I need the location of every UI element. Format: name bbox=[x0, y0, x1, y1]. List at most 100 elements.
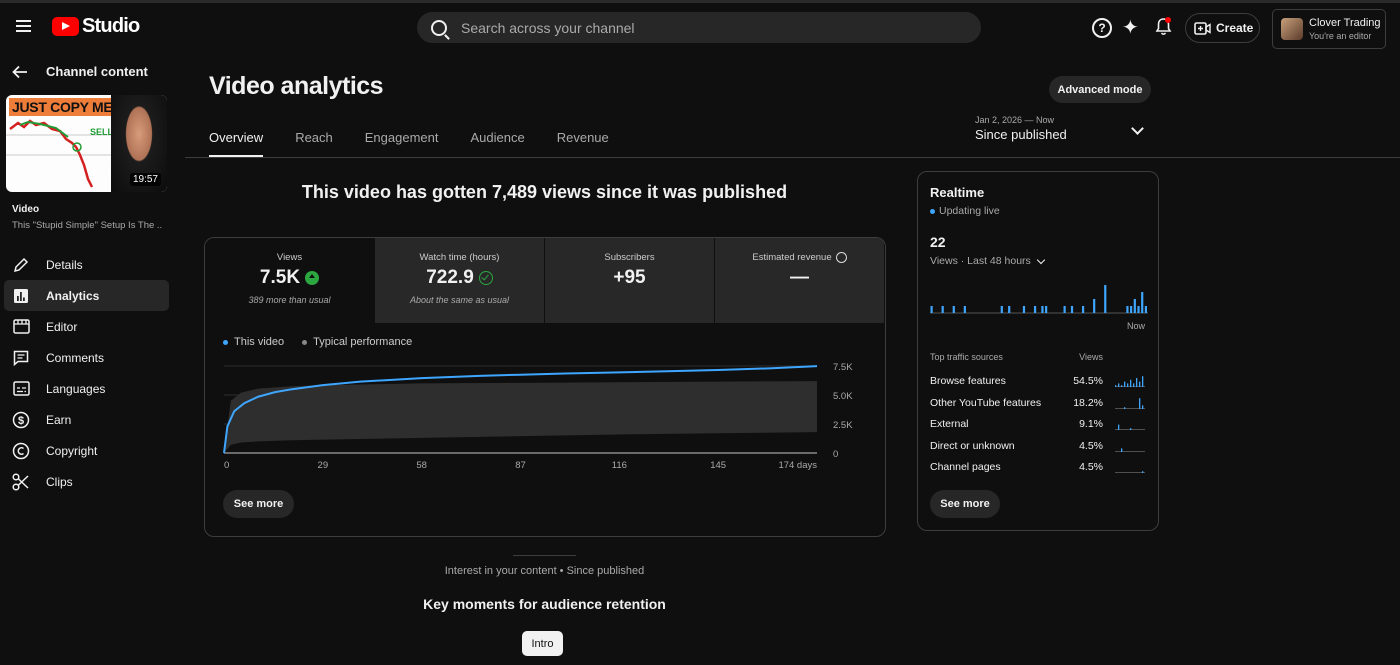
avatar bbox=[1281, 18, 1303, 40]
pencil-icon bbox=[12, 256, 30, 274]
realtime-bar bbox=[1144, 306, 1148, 313]
metric-estimated-revenue[interactable]: Estimated revenue — bbox=[715, 238, 885, 323]
intro-chip[interactable]: Intro bbox=[522, 631, 563, 656]
x-tick-label: 87 bbox=[515, 460, 526, 471]
sparkline-bar bbox=[1133, 383, 1135, 387]
traffic-source-name: Browse features bbox=[930, 375, 1006, 387]
sidebar-item-languages[interactable]: Languages bbox=[4, 373, 169, 404]
back-label: Channel content bbox=[46, 64, 148, 79]
metric-value: — bbox=[790, 267, 809, 289]
account-switcher[interactable]: Clover Trading You're an editor bbox=[1272, 9, 1386, 49]
realtime-bar bbox=[1081, 306, 1085, 313]
logo-text: Studio bbox=[82, 15, 140, 37]
sidebar-item-comments[interactable]: Comments bbox=[4, 342, 169, 373]
tab-audience[interactable]: Audience bbox=[471, 130, 525, 157]
search-icon bbox=[431, 19, 447, 36]
languages-icon bbox=[12, 380, 30, 398]
traffic-sparkline bbox=[1115, 447, 1145, 452]
realtime-card: Realtime Updating live 22 Views · Last 4… bbox=[917, 171, 1159, 531]
metric-label: Subscribers bbox=[604, 252, 655, 263]
views-header-label: Views bbox=[1079, 352, 1103, 362]
traffic-sparkline bbox=[1115, 376, 1145, 387]
sparkline-bar bbox=[1136, 378, 1138, 387]
advanced-mode-button[interactable]: Advanced mode bbox=[1049, 76, 1151, 103]
sidebar-item-label: Earn bbox=[46, 412, 72, 427]
realtime-bar bbox=[952, 306, 955, 313]
sparkline-bar bbox=[1142, 376, 1144, 387]
realtime-see-more-button[interactable]: See more bbox=[930, 490, 1000, 518]
metric-subscribers[interactable]: Subscribers +95 bbox=[545, 238, 715, 323]
views-chart[interactable]: 7.5K 5.0K 2.5K 0 0 29 58 87 116 145 174 days bbox=[205, 350, 885, 480]
realtime-bar bbox=[963, 306, 966, 313]
see-more-button[interactable]: See more bbox=[223, 490, 294, 518]
tab-overview[interactable]: Overview bbox=[209, 130, 264, 157]
realtime-bar bbox=[1045, 306, 1048, 313]
traffic-source-row[interactable]: External 9.1% bbox=[930, 414, 1148, 434]
notifications-icon[interactable] bbox=[1155, 17, 1172, 36]
interest-caption: Interest in your content • Since publish… bbox=[444, 565, 645, 577]
tab-bar: Overview Reach Engagement Audience Reven… bbox=[209, 130, 641, 157]
sidebar-item-clips[interactable]: Clips bbox=[4, 466, 169, 497]
search-bar[interactable]: Search across your channel bbox=[417, 12, 981, 43]
traffic-source-name: Direct or unknown bbox=[930, 439, 1015, 452]
realtime-range-label: Views · Last 48 hours bbox=[930, 255, 1031, 267]
traffic-source-row[interactable]: Other YouTube features 18.2% bbox=[930, 393, 1148, 413]
chevron-down-icon[interactable] bbox=[1131, 122, 1144, 135]
legend-typical: Typical performance bbox=[302, 336, 412, 348]
realtime-range-dropdown[interactable]: Views · Last 48 hours bbox=[930, 255, 1046, 267]
thumbnail-overlay-text: JUST COPY ME bbox=[9, 98, 116, 116]
traffic-sparkline bbox=[1115, 471, 1145, 473]
sparkline-bar bbox=[1118, 424, 1120, 430]
sparkline-bar bbox=[1118, 383, 1120, 387]
sparkline-bar bbox=[1142, 404, 1144, 409]
tab-revenue[interactable]: Revenue bbox=[557, 130, 609, 157]
sidebar-item-label: Editor bbox=[46, 319, 78, 334]
sidebar-item-earn[interactable]: $ Earn bbox=[4, 404, 169, 435]
sparkline-bar bbox=[1124, 406, 1126, 409]
realtime-bar bbox=[1126, 306, 1129, 313]
sparkline-bar bbox=[1130, 428, 1132, 430]
tab-engagement[interactable]: Engagement bbox=[365, 130, 439, 157]
menu-icon[interactable] bbox=[16, 20, 31, 32]
trend-up-icon bbox=[305, 271, 320, 285]
x-tick-label: 174 days bbox=[778, 460, 817, 471]
sidebar-item-editor[interactable]: Editor bbox=[4, 311, 169, 342]
overview-card: Views 7.5K 389 more than usual Watch tim… bbox=[204, 237, 886, 537]
sparkline-bar bbox=[1121, 385, 1123, 387]
sidebar-item-label: Languages bbox=[46, 381, 106, 396]
copyright-icon bbox=[12, 442, 30, 460]
scissors-icon bbox=[12, 472, 30, 491]
studio-logo[interactable]: Studio bbox=[52, 15, 140, 38]
traffic-source-row[interactable]: Channel pages 4.5% bbox=[930, 457, 1148, 477]
realtime-bar bbox=[1000, 306, 1003, 313]
sidebar-item-copyright[interactable]: Copyright bbox=[4, 435, 169, 466]
realtime-bar-chart[interactable] bbox=[930, 280, 1148, 316]
create-button[interactable]: Create bbox=[1185, 13, 1260, 43]
metric-views[interactable]: Views 7.5K 389 more than usual bbox=[205, 238, 375, 323]
metric-watch-time[interactable]: Watch time (hours) 722.9 About the same … bbox=[375, 238, 545, 323]
traffic-source-name: Other YouTube features bbox=[930, 396, 1042, 409]
metric-value: 7.5K bbox=[259, 267, 301, 288]
sidebar-item-details[interactable]: Details bbox=[4, 249, 169, 280]
date-range-picker[interactable]: Jan 2, 2026 — Now Since published bbox=[975, 115, 1067, 142]
traffic-source-row[interactable]: Direct or unknown 4.5% bbox=[930, 436, 1148, 456]
video-title[interactable]: This "Stupid Simple" Setup Is The ... bbox=[12, 220, 162, 231]
traffic-source-row[interactable]: Browse features 54.5% bbox=[930, 371, 1148, 391]
help-icon[interactable]: ? bbox=[1092, 18, 1112, 38]
traffic-sparkline bbox=[1115, 397, 1145, 409]
video-duration: 19:57 bbox=[129, 173, 161, 186]
legend-this-video: This video bbox=[223, 336, 284, 348]
tab-reach[interactable]: Reach bbox=[295, 130, 333, 157]
check-circle-icon bbox=[478, 271, 493, 285]
realtime-bar bbox=[1008, 306, 1011, 313]
clock-icon bbox=[835, 252, 847, 263]
sidebar-item-analytics[interactable]: Analytics bbox=[4, 280, 169, 311]
sidebar-item-label: Clips bbox=[46, 474, 73, 489]
back-to-channel-content[interactable]: Channel content bbox=[12, 64, 148, 79]
traffic-source-pct: 54.5% bbox=[1073, 375, 1103, 387]
realtime-bar bbox=[1104, 285, 1107, 313]
search-input[interactable]: Search across your channel bbox=[461, 20, 635, 36]
video-thumbnail[interactable]: JUST COPY ME SELL 19:57 bbox=[6, 95, 167, 192]
sparkle-icon[interactable]: ✦ bbox=[1122, 15, 1139, 40]
metric-label-wrap: Estimated revenue bbox=[752, 252, 847, 263]
